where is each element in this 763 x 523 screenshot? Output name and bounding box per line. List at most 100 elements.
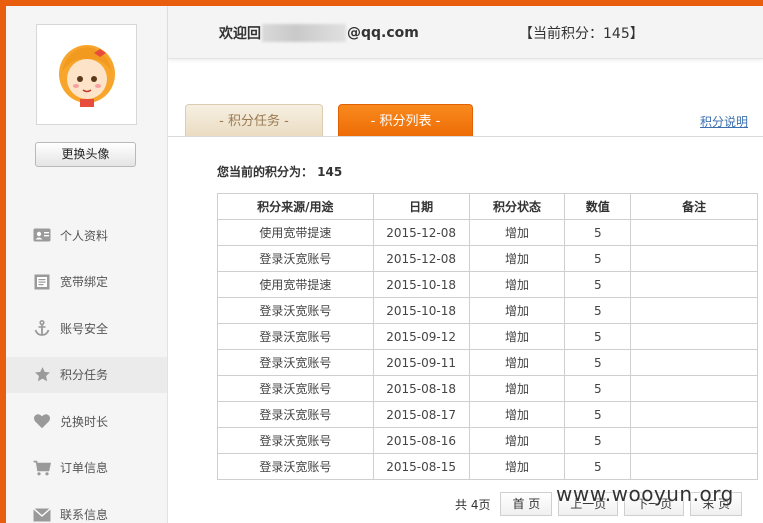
cell-note (630, 297, 758, 324)
table-row: 登录沃宽账号 2015-08-15 增加 5 (217, 453, 758, 480)
sidebar-item-label: 宽带绑定 (60, 275, 109, 290)
sidebar: 更换头像 个人资料 宽带绑定 账号安全 积分任务 兑换时长 订单信息 联系信息 (6, 6, 168, 523)
cell-note (630, 375, 758, 402)
points-explain-link[interactable]: 积分说明 (700, 113, 748, 130)
avatar-girl-icon (54, 41, 120, 107)
cell-value: 5 (564, 297, 632, 324)
cell-value: 5 (564, 349, 632, 376)
cell-value: 5 (564, 453, 632, 480)
cell-note (630, 453, 758, 480)
document-icon (32, 273, 52, 291)
sidebar-menu: 个人资料 宽带绑定 账号安全 积分任务 兑换时长 订单信息 联系信息 (6, 217, 167, 523)
welcome-prefix: 欢迎回 (219, 26, 261, 42)
current-points-text: 您当前的积分为： 145 (217, 165, 343, 179)
points-table: 积分来源/用途 日期 积分状态 数值 备注 使用宽带提速 2015-12-08 增加… (217, 193, 758, 480)
sidebar-item-label: 个人资料 (60, 228, 109, 243)
table-row: 登录沃宽账号 2015-10-18 增加 5 (217, 297, 758, 324)
cell-status: 增加 (468, 219, 566, 246)
column-header-note: 备注 (630, 193, 758, 220)
cell-value: 5 (564, 427, 632, 454)
sidebar-item-label: 账号安全 (60, 321, 109, 336)
cell-date: 2015-09-11 (372, 349, 470, 376)
table-row: 使用宽带提速 2015-10-18 增加 5 (217, 271, 758, 298)
cell-note (630, 271, 758, 298)
cell-value: 5 (564, 245, 632, 272)
sidebar-item-security[interactable]: 账号安全 (6, 310, 167, 346)
column-header-value: 数值 (564, 193, 632, 220)
first-page-button[interactable]: 首 页 (500, 492, 553, 516)
column-header-status: 积分状态 (468, 193, 566, 220)
sidebar-item-orders[interactable]: 订单信息 (6, 450, 167, 486)
id-card-icon (32, 226, 52, 244)
current-points-header: 【当前积分：145】 (519, 26, 644, 42)
cell-date: 2015-12-08 (372, 245, 470, 272)
cell-date: 2015-09-12 (372, 323, 470, 350)
cell-note (630, 323, 758, 350)
sidebar-item-label: 积分任务 (60, 368, 109, 383)
table-row: 登录沃宽账号 2015-08-16 增加 5 (217, 427, 758, 454)
cell-source: 登录沃宽账号 (217, 453, 374, 480)
cell-note (630, 245, 758, 272)
cell-date: 2015-10-18 (372, 271, 470, 298)
cell-date: 2015-08-15 (372, 453, 470, 480)
cell-status: 增加 (468, 375, 566, 402)
cell-note (630, 349, 758, 376)
cell-status: 增加 (468, 271, 566, 298)
cell-value: 5 (564, 401, 632, 428)
watermark: www.wooyun.org (556, 482, 734, 506)
cell-status: 增加 (468, 349, 566, 376)
star-icon (32, 366, 52, 384)
cart-icon (32, 459, 52, 477)
page-total: 共 4页 (455, 497, 491, 512)
table-header-row: 积分来源/用途 日期 积分状态 数值 备注 (217, 193, 758, 220)
header-bar: 欢迎回 @qq.com 【当前积分：145】 (168, 6, 763, 59)
column-header-date: 日期 (372, 193, 470, 220)
cell-value: 5 (564, 323, 632, 350)
cell-source: 登录沃宽账号 (217, 427, 374, 454)
sidebar-item-redeem[interactable]: 兑换时长 (6, 403, 167, 439)
cell-status: 增加 (468, 453, 566, 480)
tab-points-list[interactable]: - 积分列表 - (338, 104, 473, 137)
cell-date: 2015-08-16 (372, 427, 470, 454)
cell-source: 登录沃宽账号 (217, 375, 374, 402)
table-row: 登录沃宽账号 2015-09-12 增加 5 (217, 323, 758, 350)
sidebar-item-broadband[interactable]: 宽带绑定 (6, 264, 167, 300)
table-row: 登录沃宽账号 2015-08-18 增加 5 (217, 375, 758, 402)
cell-source: 登录沃宽账号 (217, 245, 374, 272)
cell-date: 2015-08-18 (372, 375, 470, 402)
anchor-icon (32, 319, 52, 337)
cell-value: 5 (564, 219, 632, 246)
cell-note (630, 219, 758, 246)
welcome-message: 欢迎回 @qq.com (219, 23, 419, 43)
tabs-divider (168, 136, 763, 137)
cell-status: 增加 (468, 297, 566, 324)
table-body: 使用宽带提速 2015-12-08 增加 5 登录沃宽账号 2015-12-08 增加 5 … (217, 219, 758, 480)
sidebar-item-points-task[interactable]: 积分任务 (6, 356, 167, 393)
cell-source: 登录沃宽账号 (217, 323, 374, 350)
cell-value: 5 (564, 375, 632, 402)
cell-status: 增加 (468, 401, 566, 428)
email-suffix: @qq.com (347, 25, 419, 41)
column-header-source: 积分来源/用途 (217, 193, 374, 220)
cell-source: 登录沃宽账号 (217, 349, 374, 376)
sidebar-item-contact[interactable]: 联系信息 (6, 497, 167, 523)
tab-points-task[interactable]: - 积分任务 - (185, 104, 323, 137)
cell-date: 2015-12-08 (372, 219, 470, 246)
cell-source: 使用宽带提速 (217, 271, 374, 298)
table-row: 登录沃宽账号 2015-12-08 增加 5 (217, 245, 758, 272)
table-row: 登录沃宽账号 2015-08-17 增加 5 (217, 401, 758, 428)
cell-source: 登录沃宽账号 (217, 401, 374, 428)
cell-source: 使用宽带提速 (217, 219, 374, 246)
redacted-username (262, 24, 346, 42)
change-avatar-button[interactable]: 更换头像 (35, 142, 136, 167)
cell-status: 增加 (468, 427, 566, 454)
heart-icon (32, 412, 52, 430)
cell-note (630, 401, 758, 428)
table-row: 登录沃宽账号 2015-09-11 增加 5 (217, 349, 758, 376)
sidebar-item-profile[interactable]: 个人资料 (6, 217, 167, 253)
cell-status: 增加 (468, 323, 566, 350)
sidebar-item-label: 兑换时长 (60, 414, 109, 429)
avatar (36, 24, 137, 125)
cell-date: 2015-10-18 (372, 297, 470, 324)
cell-date: 2015-08-17 (372, 401, 470, 428)
